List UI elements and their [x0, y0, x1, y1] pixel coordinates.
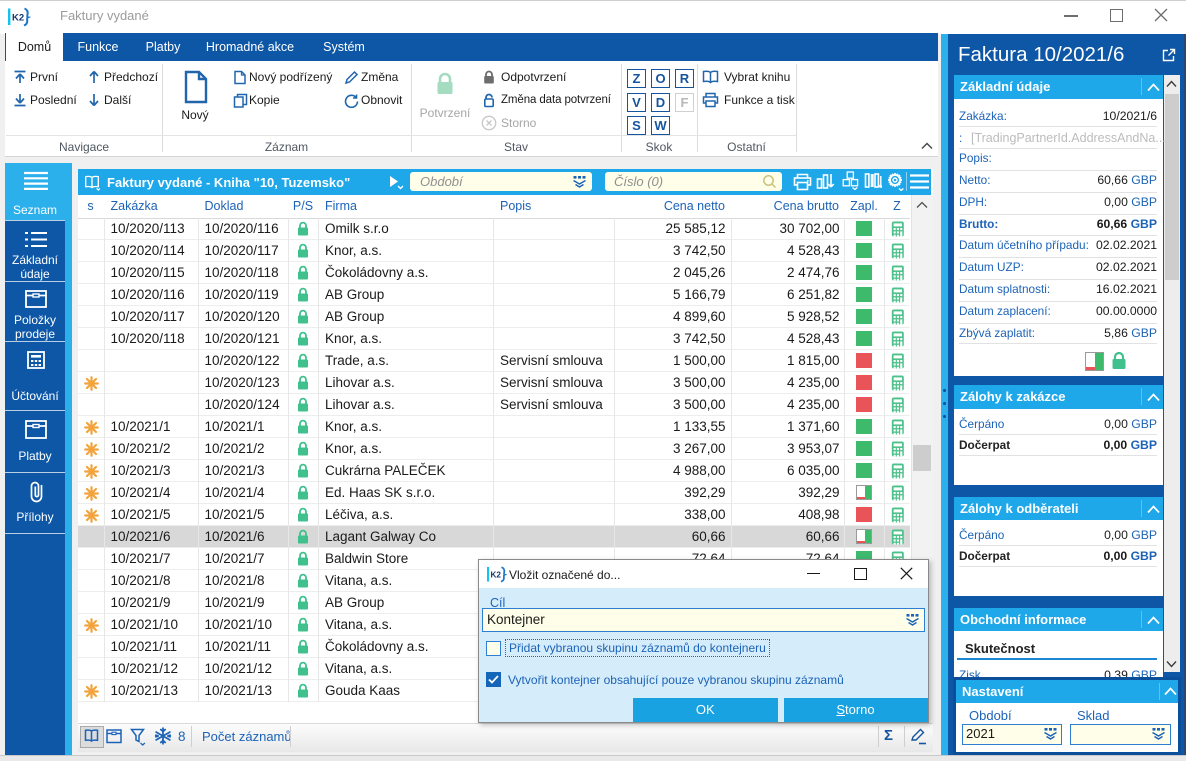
svg-text:K2: K2 — [12, 13, 24, 24]
svg-text:K2: K2 — [491, 571, 502, 580]
